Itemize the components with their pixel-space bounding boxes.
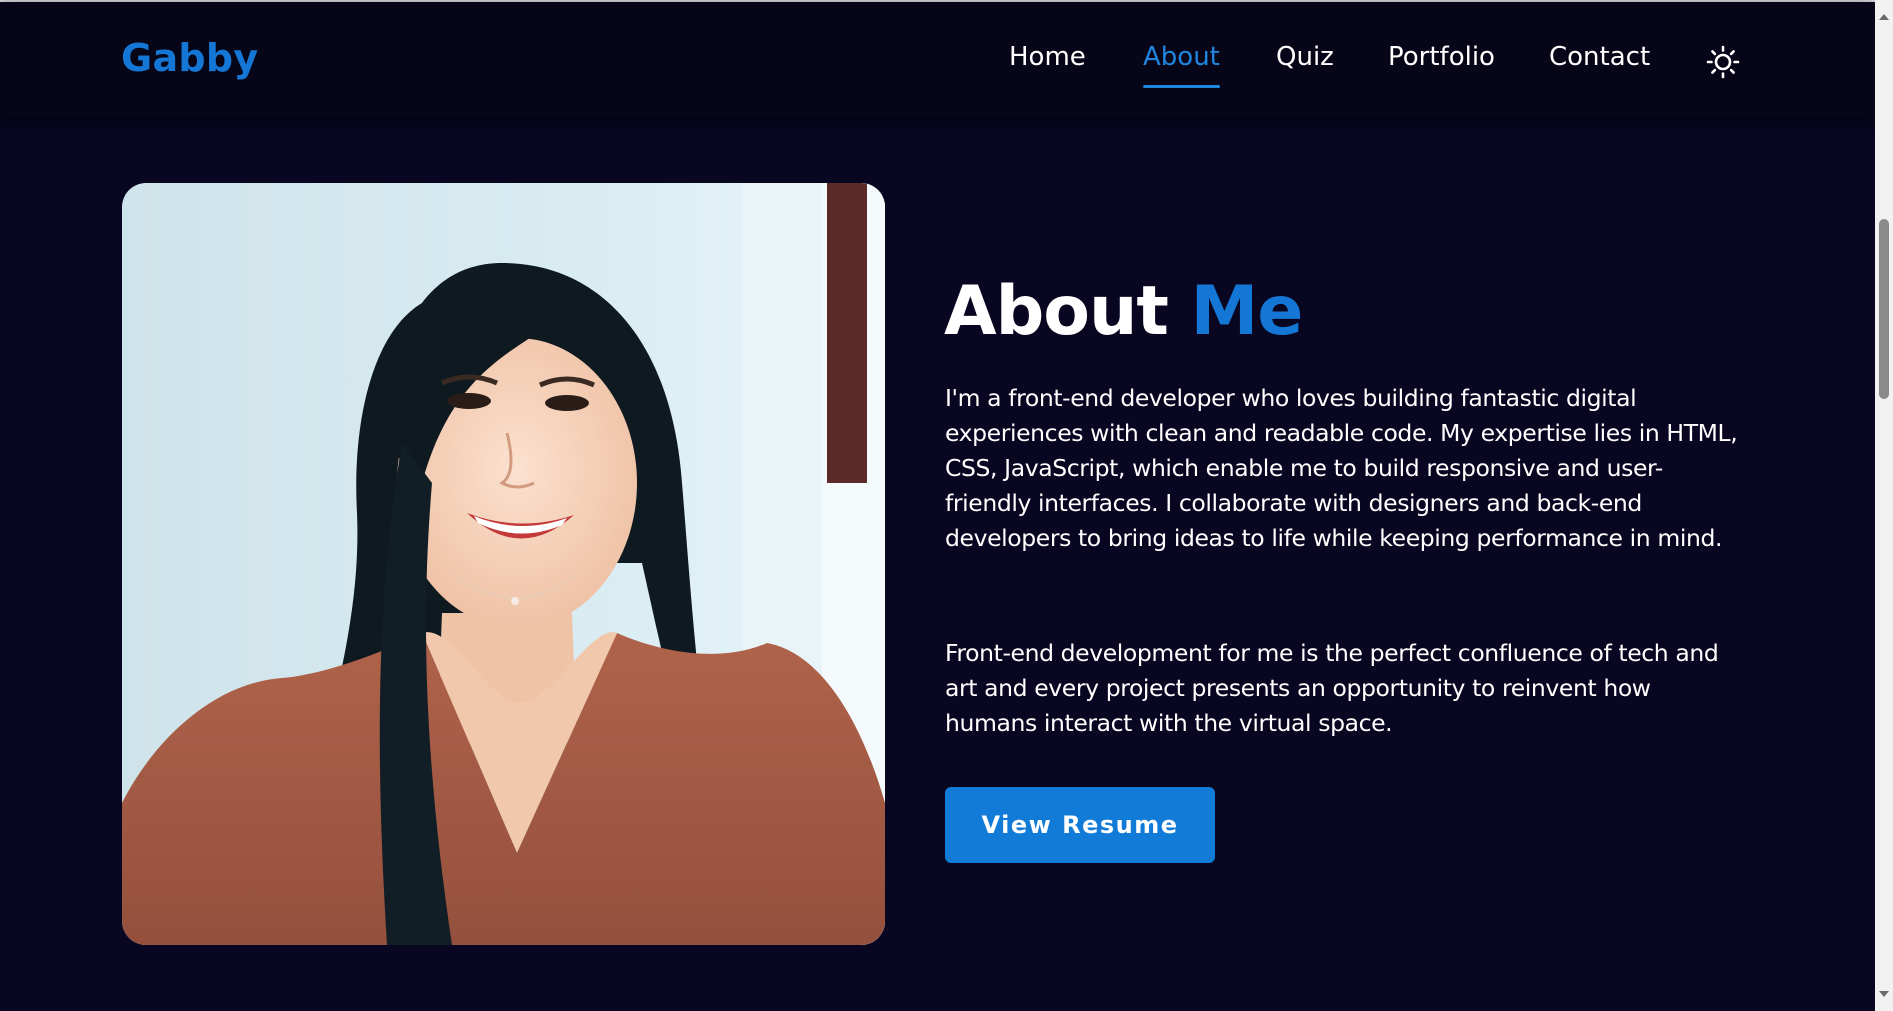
- scroll-down-arrow-icon[interactable]: [1875, 985, 1893, 1003]
- nav-portfolio[interactable]: Portfolio: [1388, 42, 1495, 72]
- about-heading-part1: About: [944, 272, 1169, 351]
- about-heading: About Me: [944, 272, 1304, 351]
- about-heading-part2: Me: [1190, 272, 1304, 351]
- vertical-scrollbar[interactable]: [1875, 0, 1893, 1011]
- about-paragraph-2: Front-end development for me is the perf…: [945, 639, 1719, 737]
- about-paragraph-1: I'm a front-end developer who loves buil…: [945, 384, 1738, 552]
- site-header: Gabby Home About Quiz Portfolio Contact: [0, 2, 1875, 118]
- profile-photo: [122, 183, 885, 945]
- scrollbar-thumb[interactable]: [1879, 219, 1889, 399]
- nav-home[interactable]: Home: [1009, 42, 1086, 72]
- main-nav: Home About Quiz Portfolio Contact: [0, 42, 1875, 82]
- sun-icon: [1706, 45, 1740, 79]
- nav-quiz[interactable]: Quiz: [1276, 42, 1334, 72]
- nav-about[interactable]: About: [1143, 42, 1220, 72]
- page: Gabby Home About Quiz Portfolio Contact: [0, 0, 1893, 1011]
- nav-active-indicator: [1143, 85, 1220, 88]
- view-resume-button[interactable]: View Resume: [945, 787, 1215, 863]
- nav-contact[interactable]: Contact: [1549, 42, 1650, 72]
- theme-toggle-button[interactable]: [1706, 45, 1740, 79]
- scroll-up-arrow-icon[interactable]: [1875, 8, 1893, 26]
